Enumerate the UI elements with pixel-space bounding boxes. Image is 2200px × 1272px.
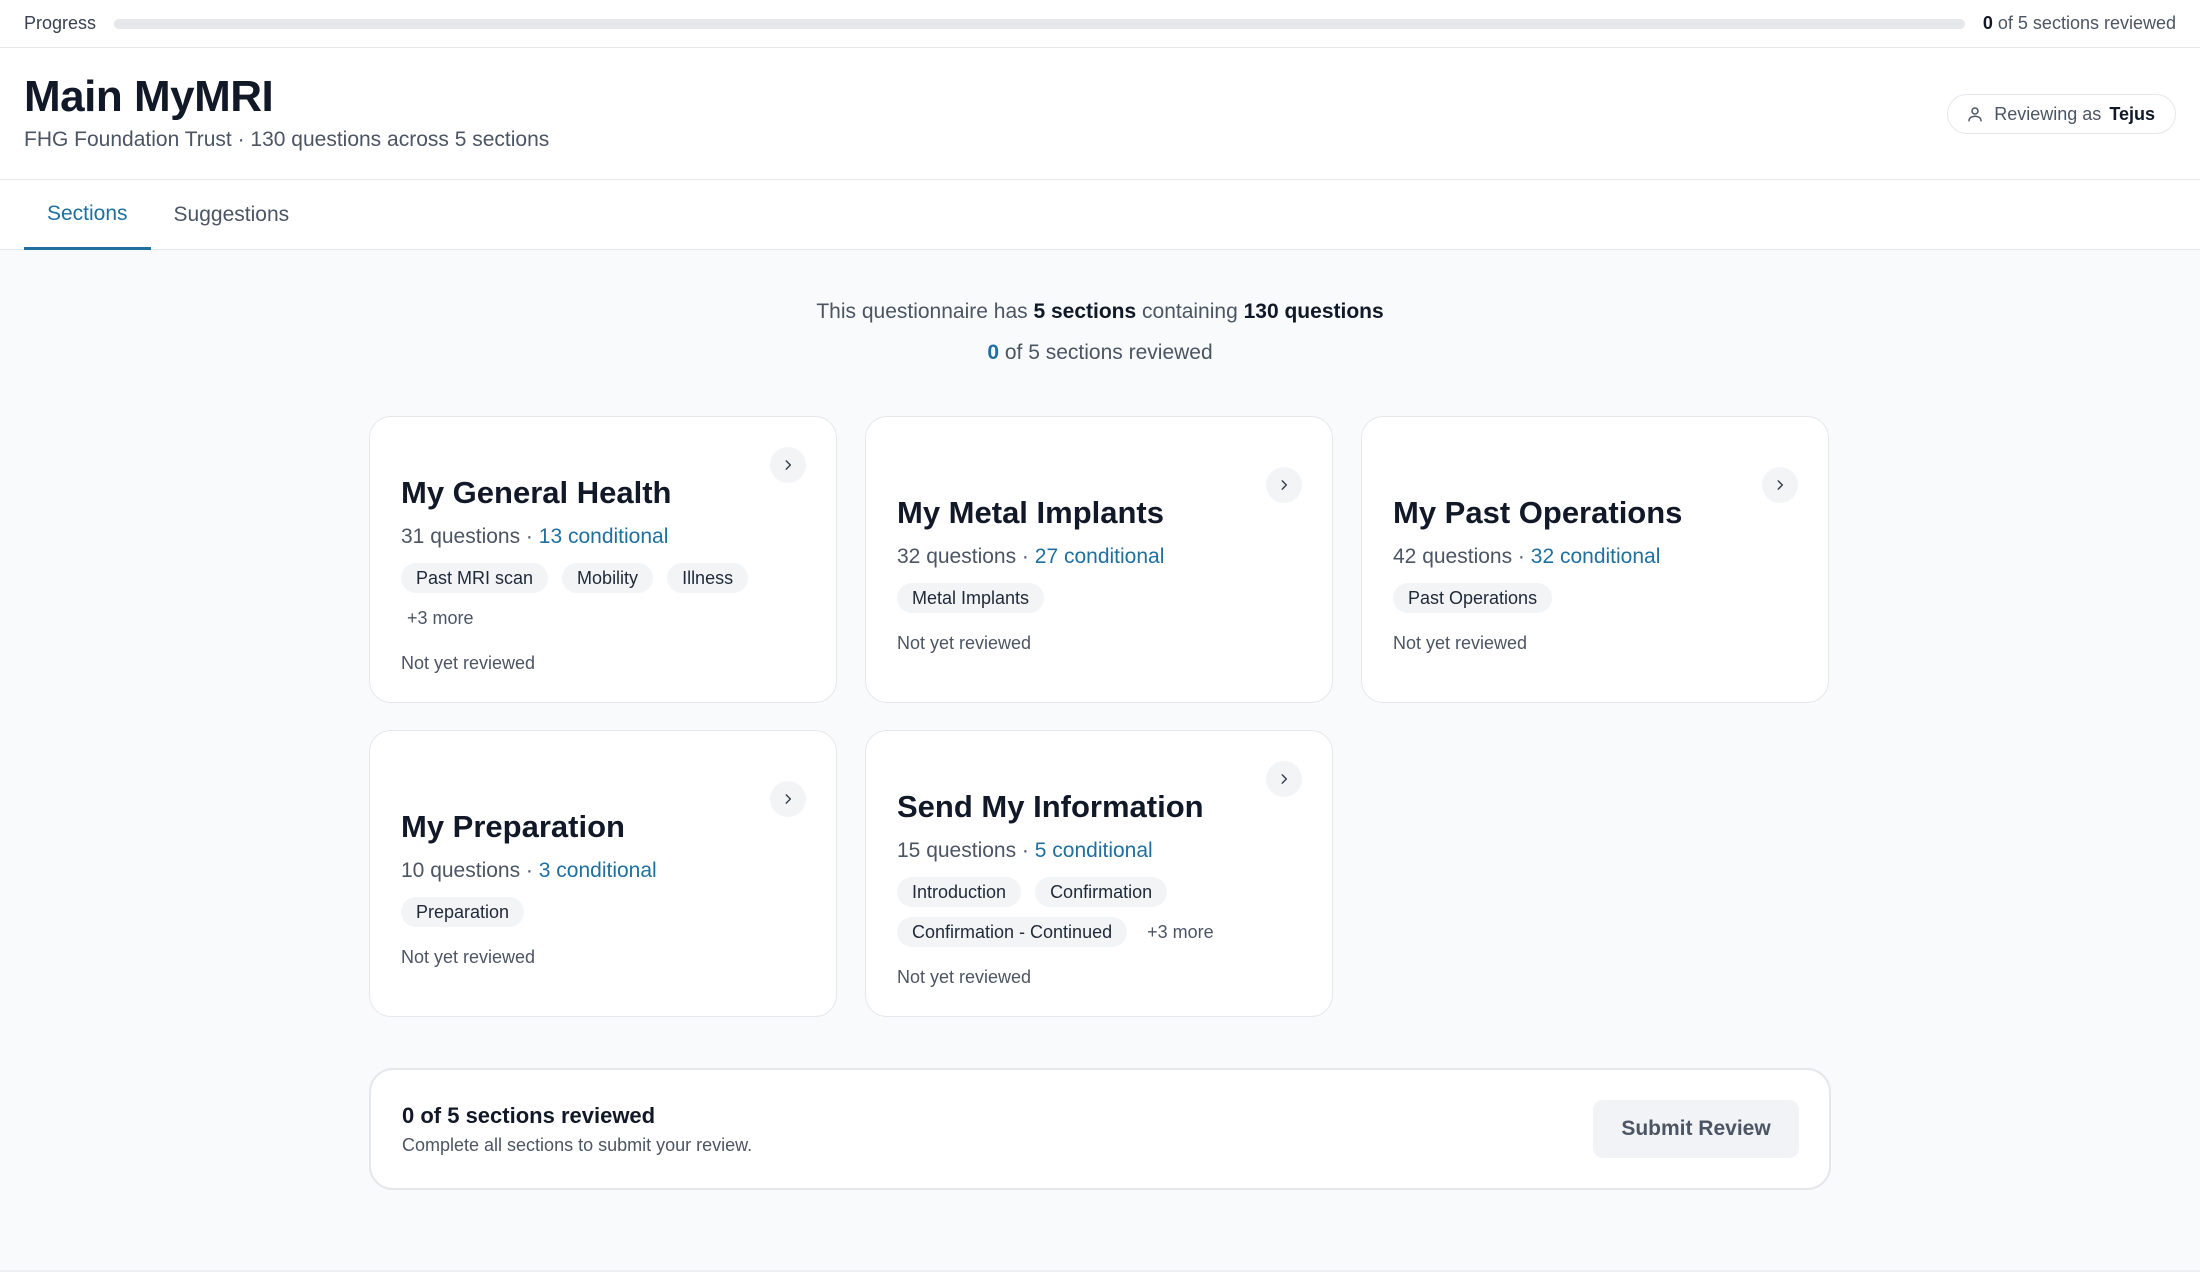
section-grid: My General Health 31 questions · 13 cond… <box>369 416 1829 1017</box>
review-submit-text: 0 of 5 sections reviewed Complete all se… <box>402 1103 752 1156</box>
section-review-status: Not yet reviewed <box>897 633 1032 653</box>
summary-reviewed-count: 0 <box>987 341 1000 364</box>
section-conditional-count: 13 conditional <box>538 525 669 548</box>
submit-review-button[interactable]: Submit Review <box>1593 1100 1799 1158</box>
summary-reviewed: 0 of 5 sections reviewed <box>0 338 2200 368</box>
chevron-right-icon <box>785 460 792 470</box>
section-tags: Metal Implants <box>897 583 1302 613</box>
section-conditional-count: 3 conditional <box>538 859 657 882</box>
section-tags: Introduction Confirmation Confirmation -… <box>897 877 1302 947</box>
page-title: Main MyMRI <box>24 72 274 121</box>
chevron-right-icon <box>1777 480 1784 490</box>
section-review-status: Not yet reviewed <box>1393 633 1528 653</box>
section-tag: Confirmation - Continued <box>897 917 1128 947</box>
review-submit-panel: 0 of 5 sections reviewed Complete all se… <box>369 1068 1831 1190</box>
section-meta: 32 questions · 27 conditional <box>897 545 1302 569</box>
section-title: Send My Information <box>897 789 1204 824</box>
more-tags-count: +3 more <box>1147 921 1214 942</box>
section-card-preparation[interactable]: My Preparation 10 questions · 3 conditio… <box>369 730 837 1017</box>
progress-status: 0 of 5 sections reviewed <box>1983 13 2176 34</box>
section-tag: Illness <box>667 563 749 593</box>
section-tags: Past MRI scan Mobility Illness +3 more <box>401 563 806 633</box>
summary-question-count: 130 questions <box>1243 300 1384 323</box>
section-card-send-information[interactable]: Send My Information 15 questions · 5 con… <box>865 730 1333 1017</box>
section-tag: Past MRI scan <box>401 563 549 593</box>
section-question-count: 15 questions · <box>897 839 1035 862</box>
reviewer-name: Tejus <box>2109 103 2155 124</box>
summary-reviewed-suffix: of 5 sections reviewed <box>999 341 1213 364</box>
section-card-general-health[interactable]: My General Health 31 questions · 13 cond… <box>369 416 837 703</box>
summary-middle: containing <box>1136 300 1244 323</box>
section-review-status: Not yet reviewed <box>897 967 1032 987</box>
section-review-status: Not yet reviewed <box>401 947 536 967</box>
section-meta: 10 questions · 3 conditional <box>401 859 806 883</box>
questionnaire-summary: This questionnaire has 5 sections contai… <box>0 297 2200 368</box>
reviewer-badge: Reviewing as Tejus <box>1947 94 2176 134</box>
progress-status-text: of 5 sections reviewed <box>1992 13 2176 33</box>
summary-section-count: 5 sections <box>1033 300 1137 323</box>
section-conditional-count: 32 conditional <box>1530 545 1661 568</box>
section-question-count: 32 questions · <box>897 545 1035 568</box>
section-tag: Mobility <box>562 563 654 593</box>
summary-prefix: This questionnaire has <box>816 300 1034 323</box>
section-tag: Metal Implants <box>897 583 1045 613</box>
progress-bar-header: Progress 0 of 5 sections reviewed <box>0 0 2200 48</box>
chevron-right-icon <box>1281 774 1288 784</box>
page-subtitle: FHG Foundation Trust · 130 questions acr… <box>24 128 550 151</box>
page-header: Main MyMRI FHG Foundation Trust · 130 qu… <box>0 48 2200 180</box>
section-review-status: Not yet reviewed <box>401 653 536 673</box>
tab-suggestions[interactable]: Suggestions <box>151 180 313 250</box>
user-icon <box>1968 107 1982 122</box>
section-tag: Introduction <box>897 877 1022 907</box>
progress-reviewed-count: 0 <box>1982 13 1993 33</box>
section-title: My Past Operations <box>1393 495 1683 530</box>
chevron-right-icon <box>1281 480 1288 490</box>
section-conditional-count: 5 conditional <box>1034 839 1153 862</box>
open-section-button[interactable] <box>1266 467 1302 503</box>
reviewer-prefix: Reviewing as <box>1994 103 2102 124</box>
section-tag: Confirmation <box>1035 877 1168 907</box>
open-section-button[interactable] <box>770 447 806 483</box>
section-title: My Preparation <box>401 809 625 844</box>
review-progress-summary: 0 of 5 sections reviewed <box>402 1102 656 1128</box>
tab-sections[interactable]: Sections <box>24 180 151 250</box>
tab-bar: Sections Suggestions <box>0 180 2200 250</box>
section-tag: Preparation <box>401 897 525 927</box>
open-section-button[interactable] <box>770 781 806 817</box>
section-question-count: 42 questions · <box>1393 545 1531 568</box>
section-card-metal-implants[interactable]: My Metal Implants 32 questions · 27 cond… <box>865 416 1333 703</box>
progress-label: Progress <box>24 13 97 33</box>
summary-counts: This questionnaire has 5 sections contai… <box>0 297 2200 327</box>
section-card-past-operations[interactable]: My Past Operations 42 questions · 32 con… <box>1361 416 1829 703</box>
section-meta: 15 questions · 5 conditional <box>897 839 1302 863</box>
section-question-count: 31 questions · <box>401 525 539 548</box>
open-section-button[interactable] <box>1762 467 1798 503</box>
section-tag: Past Operations <box>1393 583 1553 613</box>
section-meta: 42 questions · 32 conditional <box>1393 545 1798 569</box>
more-tags-count: +3 more <box>407 607 474 628</box>
section-meta: 31 questions · 13 conditional <box>401 525 806 549</box>
section-tags: Preparation <box>401 897 806 927</box>
chevron-right-icon <box>785 794 792 804</box>
review-submit-hint: Complete all sections to submit your rev… <box>402 1134 753 1155</box>
progress-track <box>114 18 1965 29</box>
section-conditional-count: 27 conditional <box>1034 545 1165 568</box>
section-title: My Metal Implants <box>897 495 1164 530</box>
section-question-count: 10 questions · <box>401 859 539 882</box>
open-section-button[interactable] <box>1266 761 1302 797</box>
section-tags: Past Operations <box>1393 583 1798 613</box>
section-title: My General Health <box>401 475 672 510</box>
